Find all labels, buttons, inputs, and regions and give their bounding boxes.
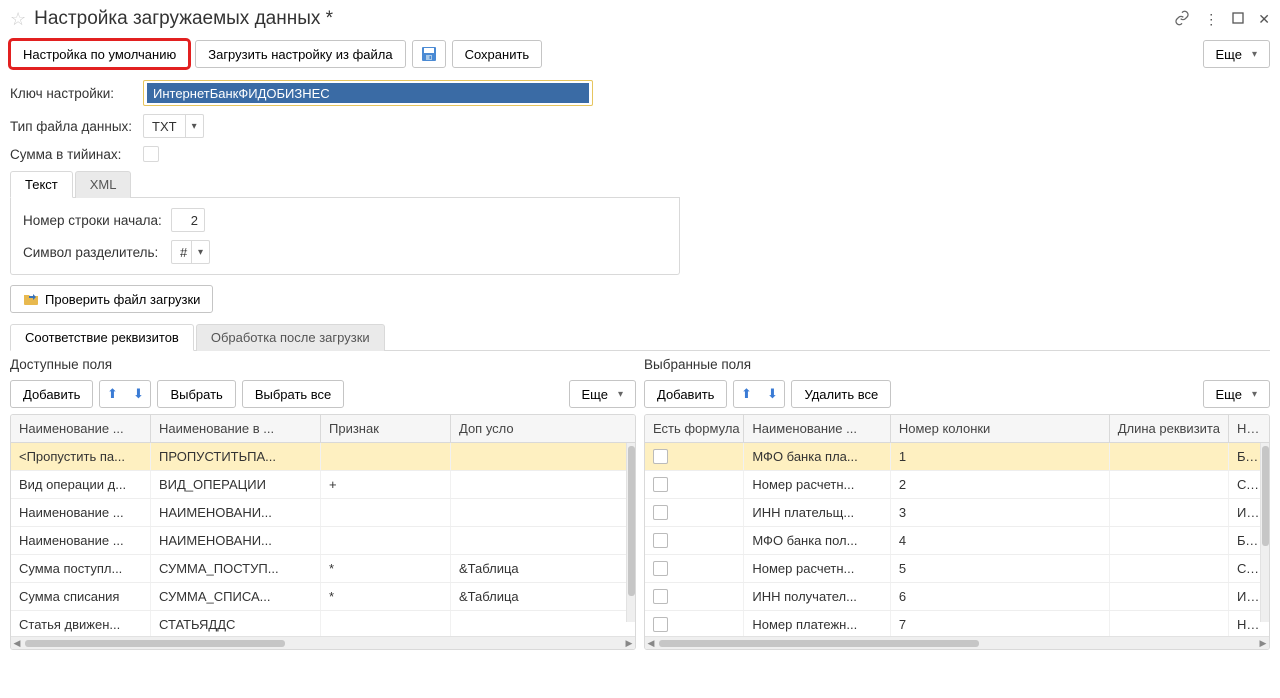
format-tab-strip: Текст XML xyxy=(10,170,680,198)
vertical-scrollbar[interactable] xyxy=(1260,443,1269,622)
right-add-button[interactable]: Добавить xyxy=(644,380,727,408)
selected-fields-grid[interactable]: Есть формула Наименование ... Номер коло… xyxy=(644,414,1270,650)
table-row[interactable]: Номер платежн...7НОМ xyxy=(645,611,1269,636)
left-more-button[interactable]: Еще xyxy=(569,380,636,408)
table-row[interactable]: ИНН плательщ...3ИНН xyxy=(645,499,1269,527)
table-row[interactable]: Наименование ...НАИМЕНОВАНИ... xyxy=(11,499,635,527)
horizontal-scrollbar[interactable]: ◀ ▶ xyxy=(11,636,635,649)
window-close-icon[interactable]: ✕ xyxy=(1258,11,1270,28)
table-row[interactable]: Статья движен...СТАТЬЯДДС xyxy=(11,611,635,636)
tab-xml[interactable]: XML xyxy=(75,171,132,198)
table-row[interactable]: <Пропустить па...ПРОПУСТИТЬПА... xyxy=(11,443,635,471)
formula-checkbox[interactable] xyxy=(653,617,668,632)
left-select-all-button[interactable]: Выбрать все xyxy=(242,380,344,408)
format-section: Текст XML Номер строки начала: 2 Символ … xyxy=(10,170,680,275)
available-fields-title: Доступные поля xyxy=(10,357,636,372)
sum-tiyin-label: Сумма в тийинах: xyxy=(10,147,135,162)
file-type-label: Тип файла данных: xyxy=(10,119,135,134)
left-add-button[interactable]: Добавить xyxy=(10,380,93,408)
delimiter-label: Символ разделитель: xyxy=(23,245,163,260)
tab-mapping[interactable]: Соответствие реквизитов xyxy=(10,324,194,351)
mapping-tab-strip: Соответствие реквизитов Обработка после … xyxy=(10,323,1270,351)
key-input[interactable]: ИнтернетБанкФИДОБИЗНЕС xyxy=(143,80,593,106)
move-down-button[interactable] xyxy=(761,382,783,406)
kebab-menu-icon[interactable]: ⋮ xyxy=(1204,11,1218,28)
floppy-disk-icon xyxy=(421,46,437,62)
table-row[interactable]: МФО банка пла...1БАН xyxy=(645,443,1269,471)
formula-checkbox[interactable] xyxy=(653,505,668,520)
formula-checkbox[interactable] xyxy=(653,561,668,576)
selected-fields-title: Выбранные поля xyxy=(644,357,1270,372)
formula-checkbox[interactable] xyxy=(653,589,668,604)
load-from-file-button[interactable]: Загрузить настройку из файла xyxy=(195,40,405,68)
formula-checkbox[interactable] xyxy=(653,449,668,464)
folder-open-icon xyxy=(23,291,39,307)
start-row-input[interactable]: 2 xyxy=(171,208,205,232)
table-row[interactable]: Сумма поступл...СУММА_ПОСТУП...*&Таблица xyxy=(11,555,635,583)
table-row[interactable]: Номер расчетн...2СЧЕТ xyxy=(645,471,1269,499)
formula-checkbox[interactable] xyxy=(653,533,668,548)
grid-header: Есть формула Наименование ... Номер коло… xyxy=(645,415,1269,443)
file-type-row: Тип файла данных: TXT ▾ xyxy=(10,114,1270,138)
tab-text[interactable]: Текст xyxy=(10,171,73,198)
key-row: Ключ настройки: ИнтернетБанкФИДОБИЗНЕС xyxy=(10,80,1270,106)
sum-tiyin-checkbox[interactable] xyxy=(143,146,159,162)
table-row[interactable]: ИНН получател...6ИНН xyxy=(645,583,1269,611)
selected-fields-panel: Выбранные поля Добавить Удалить все Еще … xyxy=(644,351,1270,650)
save-to-disk-button[interactable] xyxy=(412,40,446,68)
available-fields-panel: Доступные поля Добавить Выбрать Выбрать … xyxy=(10,351,636,650)
check-upload-file-button[interactable]: Проверить файл загрузки xyxy=(10,285,213,313)
horizontal-scrollbar[interactable]: ◀ ▶ xyxy=(645,636,1269,649)
table-row[interactable]: Номер расчетн...5СЧЕТ xyxy=(645,555,1269,583)
save-button[interactable]: Сохранить xyxy=(452,40,543,68)
link-icon[interactable] xyxy=(1174,10,1190,29)
sum-tiyin-row: Сумма в тийинах: xyxy=(10,146,1270,162)
favorite-star-icon[interactable]: ☆ xyxy=(10,9,26,30)
available-fields-grid[interactable]: Наименование ... Наименование в ... Приз… xyxy=(10,414,636,650)
table-row[interactable]: МФО банка пол...4БАН xyxy=(645,527,1269,555)
delimiter-select[interactable]: # ▾ xyxy=(171,240,210,264)
left-select-button[interactable]: Выбрать xyxy=(157,380,235,408)
tab-post-processing[interactable]: Обработка после загрузки xyxy=(196,324,385,351)
start-row-label: Номер строки начала: xyxy=(23,213,163,228)
right-delete-all-button[interactable]: Удалить все xyxy=(791,380,891,408)
table-row[interactable]: Наименование ...НАИМЕНОВАНИ... xyxy=(11,527,635,555)
chevron-down-icon[interactable]: ▾ xyxy=(186,121,203,132)
move-up-button[interactable] xyxy=(101,382,123,406)
right-more-button[interactable]: Еще xyxy=(1203,380,1270,408)
file-type-select[interactable]: TXT ▾ xyxy=(143,114,204,138)
title-bar: ☆ Настройка загружаемых данных * ⋮ ✕ xyxy=(10,6,1270,40)
formula-checkbox[interactable] xyxy=(653,477,668,492)
table-row[interactable]: Вид операции д...ВИД_ОПЕРАЦИИ+ xyxy=(11,471,635,499)
page-title: Настройка загружаемых данных * xyxy=(34,8,333,30)
vertical-scrollbar[interactable] xyxy=(626,443,635,622)
main-toolbar: Настройка по умолчанию Загрузить настрой… xyxy=(10,40,1270,68)
grid-header: Наименование ... Наименование в ... Приз… xyxy=(11,415,635,443)
chevron-down-icon[interactable]: ▾ xyxy=(192,247,209,258)
move-down-button[interactable] xyxy=(127,382,149,406)
key-label: Ключ настройки: xyxy=(10,86,135,101)
window-maximize-icon[interactable] xyxy=(1232,11,1244,27)
move-up-button[interactable] xyxy=(735,382,757,406)
default-settings-button[interactable]: Настройка по умолчанию xyxy=(10,40,189,68)
table-row[interactable]: Сумма списанияСУММА_СПИСА...*&Таблица xyxy=(11,583,635,611)
more-button[interactable]: Еще xyxy=(1203,40,1270,68)
